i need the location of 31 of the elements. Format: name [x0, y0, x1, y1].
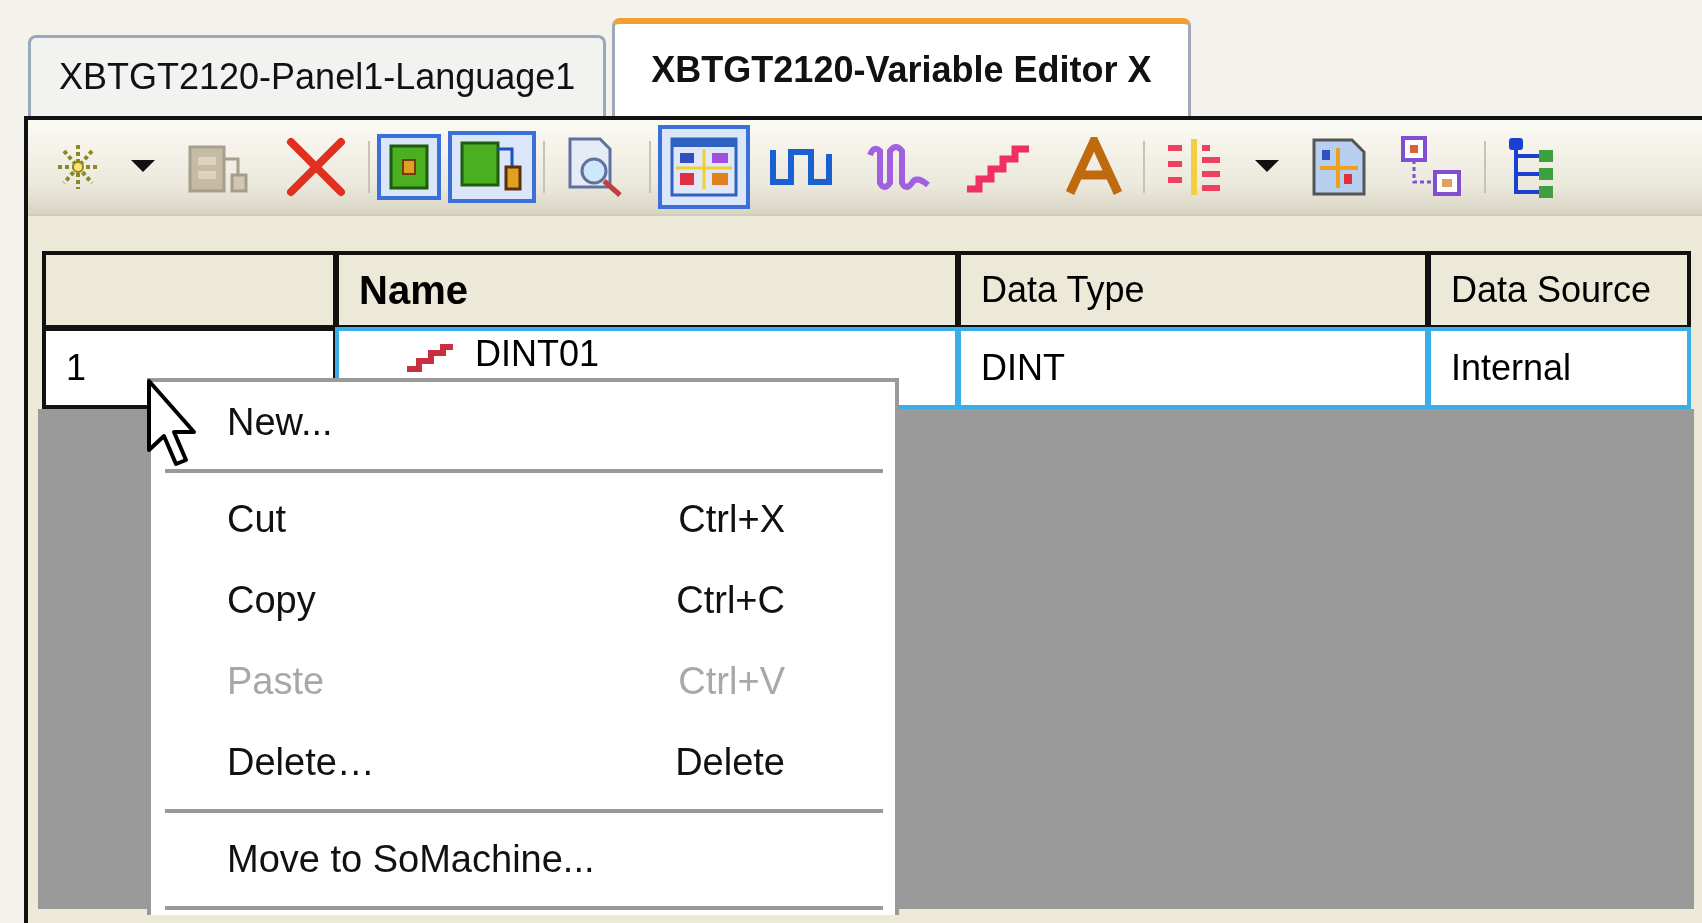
tab[interactable]: XBTGT2120-Variable Editor X — [612, 18, 1191, 116]
menu-item-label: Cut — [227, 498, 287, 541]
column-header[interactable]: Name — [335, 251, 959, 329]
menu-item-label: Move to SoMachine... — [227, 838, 595, 881]
module-icon — [389, 144, 429, 190]
menu-item-label: Delete… — [227, 741, 375, 784]
shortcut-label: Ctrl+V — [678, 660, 785, 703]
column-header[interactable]: Data Type — [957, 251, 1429, 329]
module-link-icon — [460, 141, 524, 193]
shortcut-label: Ctrl+X — [678, 498, 785, 541]
column-header[interactable]: Data Source — [1427, 251, 1691, 329]
variable-name: DINT01 — [475, 333, 600, 375]
toolbar-button[interactable] — [448, 131, 536, 203]
layout-grid-icon — [670, 135, 738, 199]
document-grid-icon — [1310, 136, 1368, 198]
dropdown-caret-icon — [1255, 160, 1279, 174]
menu-item-label: Copy — [227, 579, 316, 622]
shortcut-label: Ctrl+C — [676, 579, 785, 622]
toolbar-button[interactable] — [377, 134, 441, 200]
dropdown-caret-icon — [131, 160, 155, 174]
menu-item[interactable]: Copy Ctrl+C — [151, 560, 895, 641]
shortcut-label: Delete — [675, 741, 785, 784]
menu-item[interactable]: Move to SoMachine... — [151, 819, 895, 900]
menu-item-label: Paste — [227, 660, 325, 703]
menu-item[interactable]: Delete… Delete — [151, 722, 895, 803]
table-cell[interactable]: DINT — [957, 327, 1429, 409]
menu-item[interactable]: Cut Ctrl+X — [151, 479, 895, 560]
letter-a-icon — [1064, 137, 1124, 197]
stair-steps-icon — [405, 343, 455, 373]
table-cell[interactable]: Internal — [1427, 327, 1691, 409]
tab[interactable]: XBTGT2120-Panel1-Language1 — [28, 35, 607, 116]
